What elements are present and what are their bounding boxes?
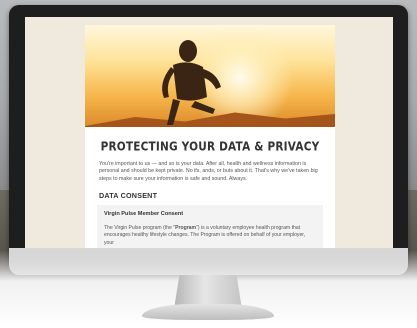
page-title: PROTECTING YOUR DATA & PRIVACY <box>100 140 320 154</box>
runner-silhouette-icon <box>162 40 221 125</box>
consent-panel: Virgin Pulse Member Consent The Virgin P… <box>97 205 323 248</box>
intro-paragraph: You're important to us — and so is your … <box>99 161 318 182</box>
consent-title: Virgin Pulse Member Consent <box>104 211 184 218</box>
consent-body-bold: Program <box>175 225 197 232</box>
consent-body: The Virgin Pulse program (the "Program")… <box>104 225 316 247</box>
monitor-screen: PROTECTING YOUR DATA & PRIVACY You're im… <box>25 17 393 248</box>
hero-image <box>85 25 335 127</box>
data-consent-heading: DATA CONSENT <box>99 191 158 201</box>
consent-body-prefix: The Virgin Pulse program (the " <box>104 225 176 232</box>
monitor-base-front <box>142 304 274 320</box>
privacy-page: PROTECTING YOUR DATA & PRIVACY You're im… <box>85 25 335 248</box>
